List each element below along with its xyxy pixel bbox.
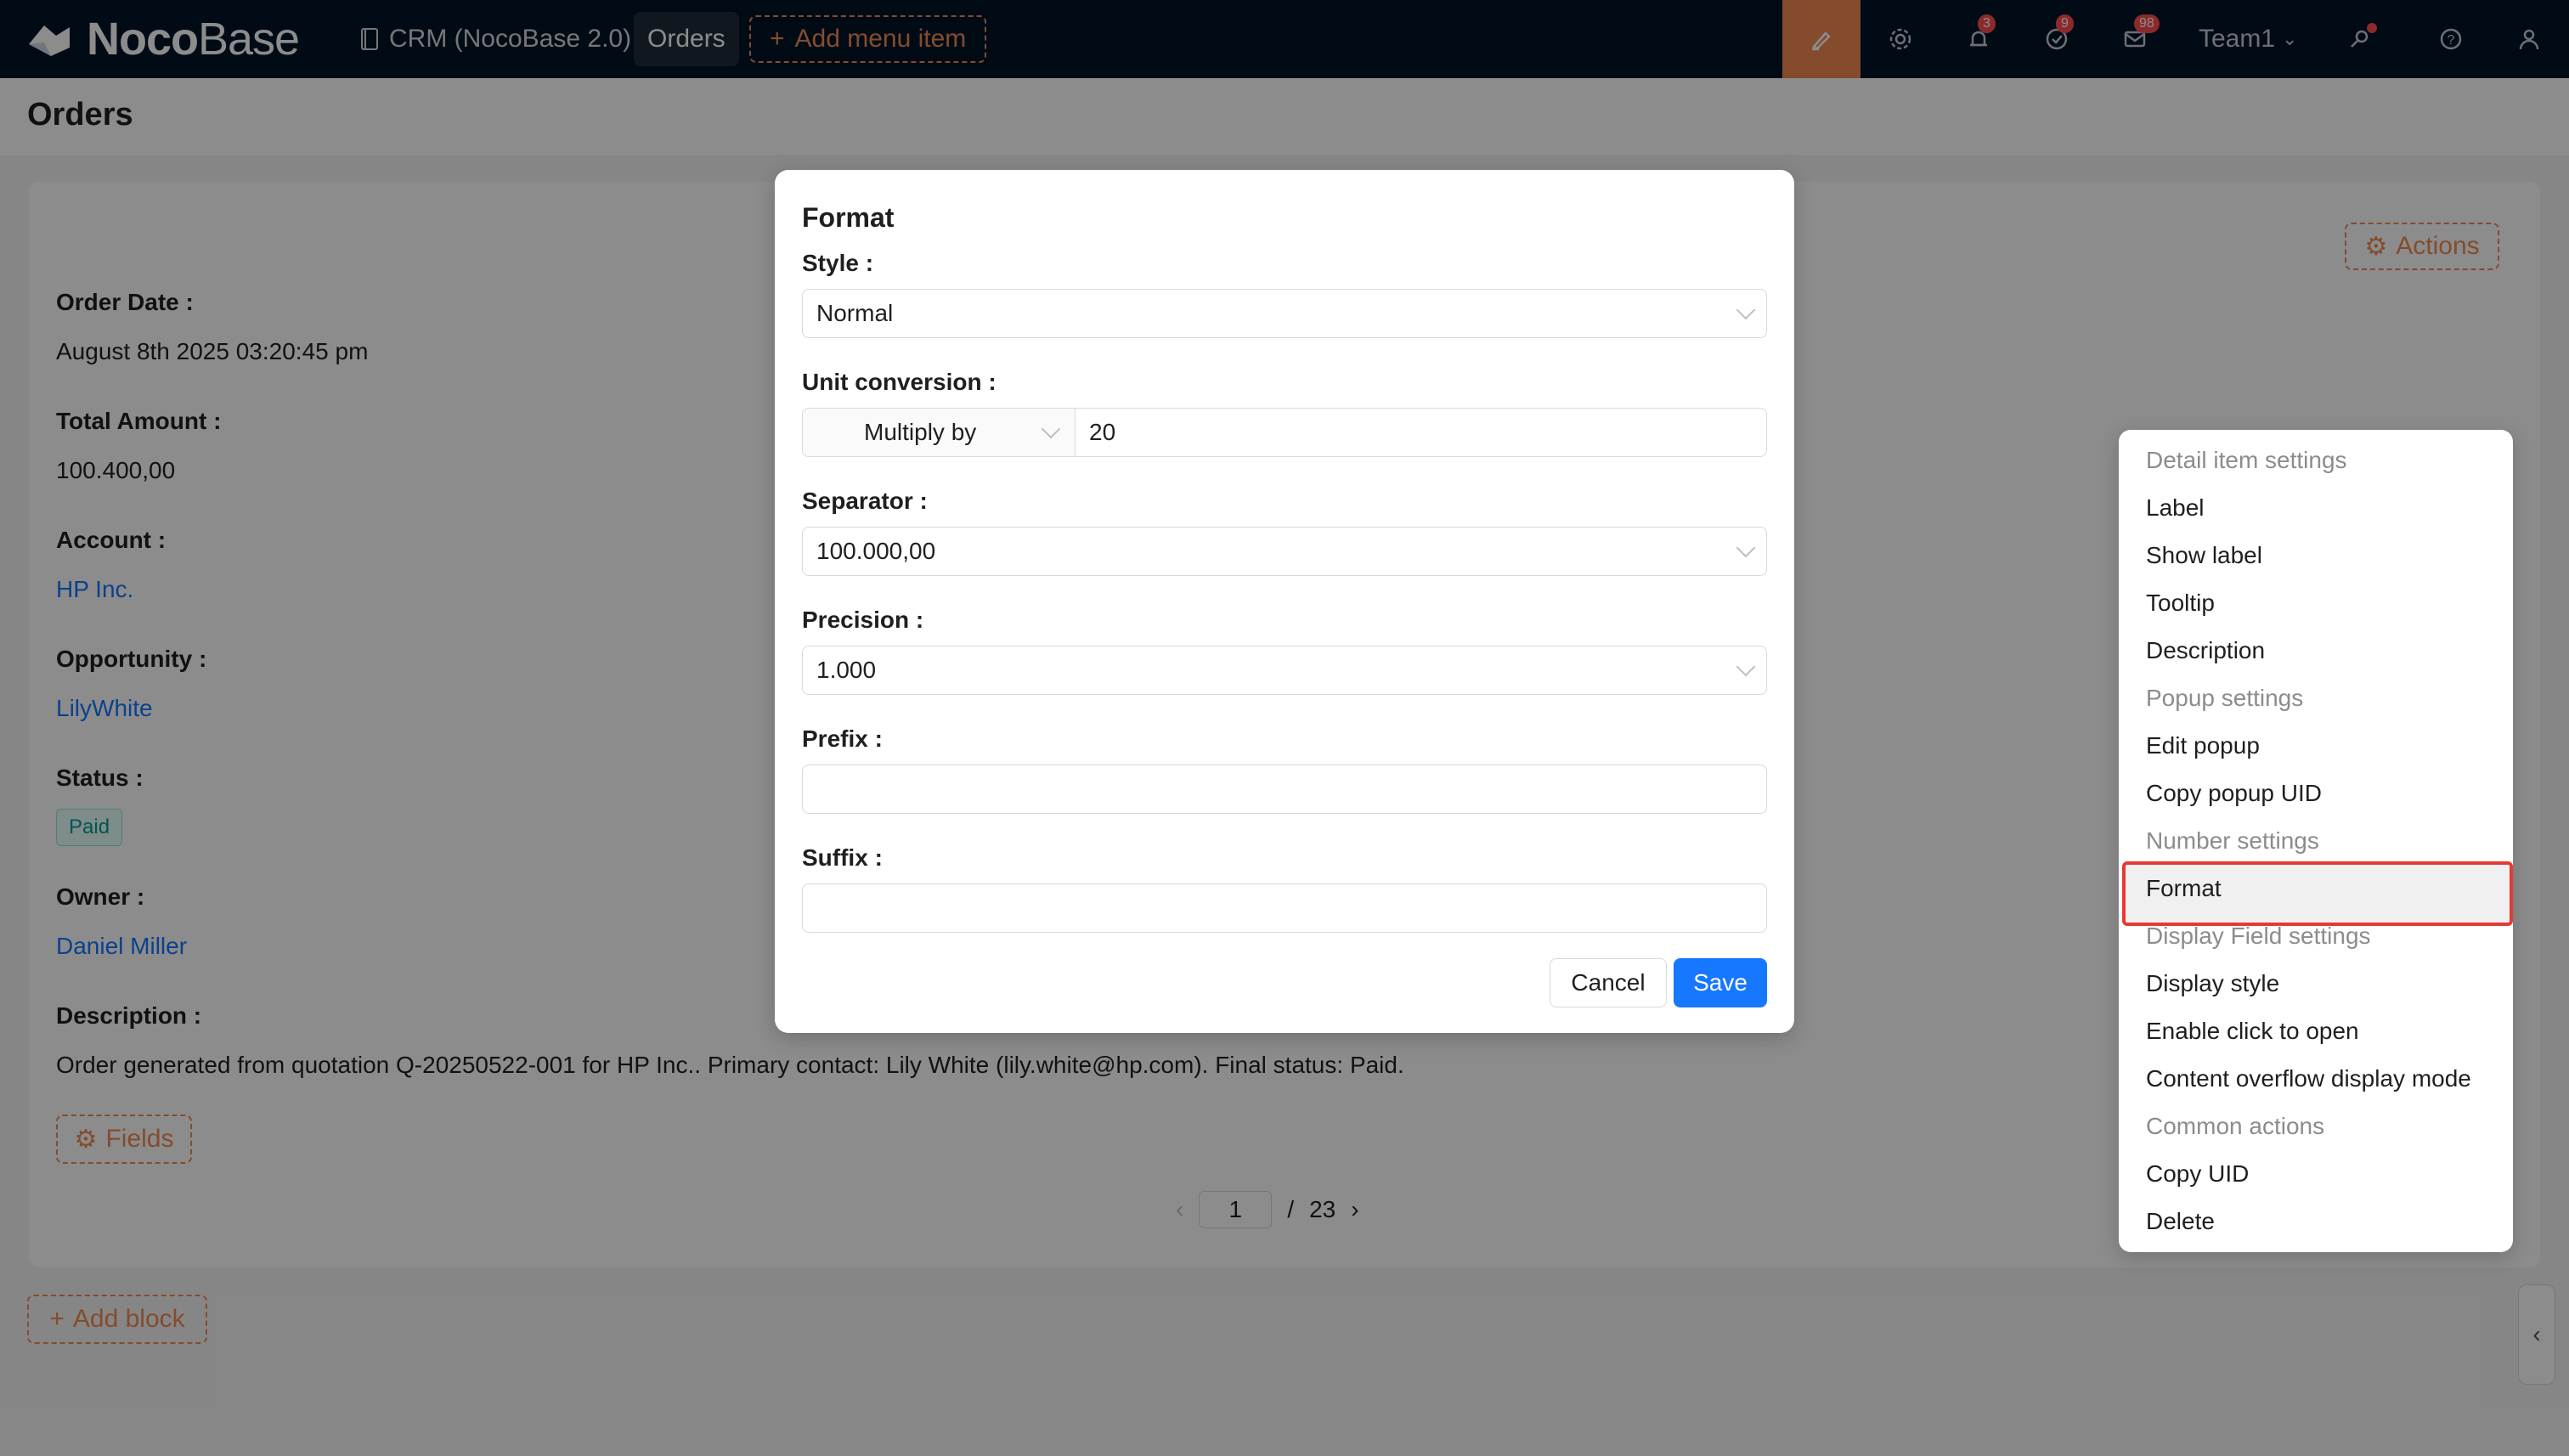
cancel-button[interactable]: Cancel (1550, 958, 1667, 1007)
menu-item-enable-click-to-open[interactable]: Enable click to open (2146, 1007, 2359, 1055)
chevron-down-icon (1736, 657, 1756, 677)
modal-title: Format (802, 202, 895, 233)
style-select-value: Normal (816, 300, 894, 326)
style-select[interactable]: Normal (802, 289, 1767, 338)
unit-conversion-label: Unit conversion : (802, 369, 997, 395)
chevron-down-icon (1041, 419, 1061, 439)
precision-label: Precision : (802, 607, 924, 633)
precision-select[interactable]: 1.000 (802, 646, 1767, 695)
separator-select[interactable]: 100.000,00 (802, 527, 1767, 576)
menu-item-tooltip[interactable]: Tooltip (2146, 579, 2215, 627)
menu-item-description[interactable]: Description (2146, 627, 2265, 674)
menu-group-detail-item-settings: Detail item settings (2146, 447, 2347, 473)
menu-group-number-settings: Number settings (2146, 827, 2319, 854)
menu-item-content-overflow-display-mode[interactable]: Content overflow display mode (2146, 1055, 2471, 1103)
separator-label: Separator : (802, 488, 928, 514)
menu-group-common-actions: Common actions (2146, 1113, 2325, 1139)
menu-item-copy-uid[interactable]: Copy UID (2146, 1150, 2249, 1198)
unit-operator-select[interactable]: Multiply by (802, 408, 1076, 457)
unit-conversion-group: Multiply by 20 (802, 408, 1767, 457)
suffix-input[interactable] (802, 883, 1767, 933)
unit-value-input[interactable]: 20 (1076, 408, 1767, 457)
menu-item-format[interactable]: Format (2146, 865, 2222, 912)
menu-item-edit-popup[interactable]: Edit popup (2146, 722, 2260, 770)
menu-item-label[interactable]: Label (2146, 484, 2205, 532)
style-label: Style : (802, 250, 874, 276)
chevron-down-icon (1736, 300, 1756, 320)
save-button[interactable]: Save (1674, 958, 1767, 1007)
prefix-label: Prefix : (802, 725, 883, 752)
menu-group-popup-settings: Popup settings (2146, 685, 2304, 711)
menu-item-display-style[interactable]: Display style (2146, 960, 2279, 1007)
separator-select-value: 100.000,00 (816, 538, 936, 564)
precision-select-value: 1.000 (816, 657, 877, 683)
unit-operator-value: Multiply by (864, 419, 977, 445)
menu-item-copy-popup-uid[interactable]: Copy popup UID (2146, 770, 2322, 817)
menu-item-delete[interactable]: Delete (2146, 1198, 2215, 1245)
menu-item-show-label[interactable]: Show label (2146, 532, 2262, 579)
chevron-down-icon (1736, 538, 1756, 558)
menu-group-display-field-settings: Display Field settings (2146, 923, 2371, 949)
prefix-input[interactable] (802, 765, 1767, 814)
suffix-label: Suffix : (802, 844, 883, 871)
